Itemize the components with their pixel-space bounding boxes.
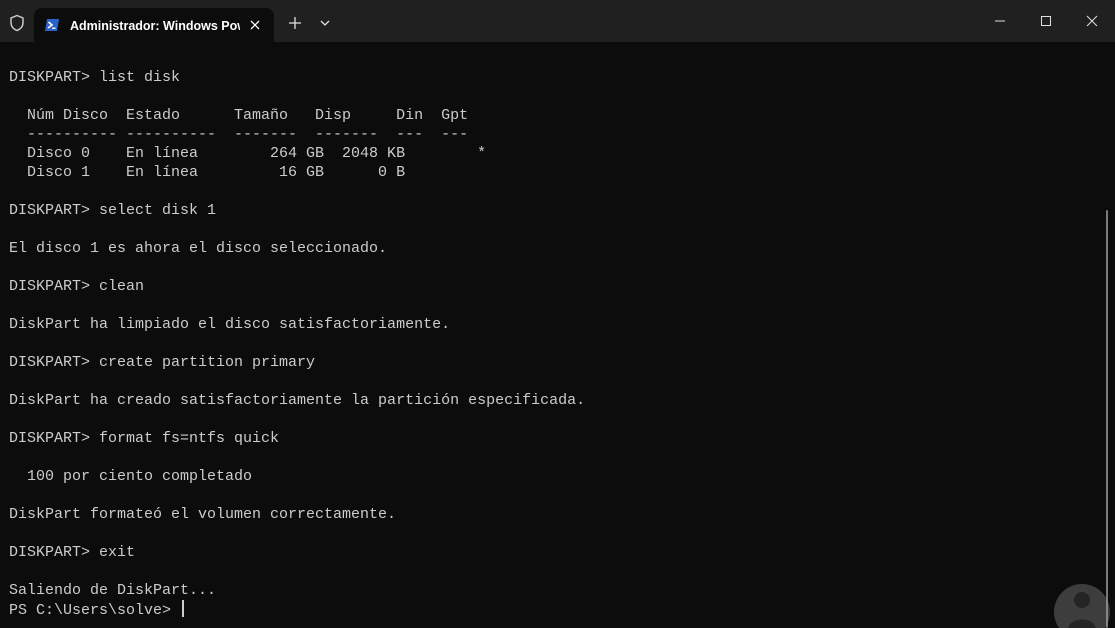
terminal-line: DISKPART> list disk <box>9 68 585 87</box>
terminal-line-text: DiskPart ha creado satisfactoriamente la… <box>9 392 586 409</box>
maximize-icon <box>1041 16 1051 26</box>
terminal-line-text: ---------- ---------- ------- ------- --… <box>9 126 469 143</box>
terminal-window: Administrador: Windows Pow DISKPART> lis… <box>0 0 1115 628</box>
terminal-line: DiskPart formateó el volumen correctamen… <box>9 505 585 524</box>
terminal-line: DISKPART> select disk 1 <box>9 201 585 220</box>
tab-close-icon[interactable] <box>247 17 263 33</box>
terminal-line: DiskPart ha limpiado el disco satisfacto… <box>9 315 585 334</box>
terminal-line-text: Disco 0 En línea 264 GB 2048 KB * <box>9 145 487 162</box>
terminal-line-text: DISKPART> exit <box>9 544 136 561</box>
terminal-output[interactable]: DISKPART> list disk Núm Disco Estado Tam… <box>0 42 1115 628</box>
powershell-icon <box>44 17 60 33</box>
text-cursor <box>182 600 185 617</box>
terminal-line: DISKPART> format fs=ntfs quick <box>9 429 585 448</box>
terminal-line: DiskPart ha creado satisfactoriamente la… <box>9 391 585 410</box>
terminal-line: El disco 1 es ahora el disco seleccionad… <box>9 239 585 258</box>
shield-icon <box>8 14 26 32</box>
terminal-line: Núm Disco Estado Tamaño Disp Din Gpt <box>9 106 585 125</box>
terminal-line-text: DISKPART> select disk 1 <box>9 202 217 219</box>
terminal-line: Disco 1 En línea 16 GB 0 B <box>9 163 585 182</box>
terminal-line: DISKPART> exit <box>9 543 585 562</box>
terminal-line: DISKPART> create partition primary <box>9 353 585 372</box>
terminal-line: ---------- ---------- ------- ------- --… <box>9 125 585 144</box>
terminal-line-text: DISKPART> clean <box>9 278 145 295</box>
terminal-line-text: Disco 1 En línea 16 GB 0 B <box>9 164 406 181</box>
terminal-line-text: Saliendo de DiskPart... <box>9 582 217 599</box>
chevron-down-icon[interactable] <box>316 14 334 32</box>
terminal-line-text: DISKPART> list disk <box>9 69 181 86</box>
terminal-line: Disco 0 En línea 264 GB 2048 KB * <box>9 144 585 163</box>
terminal-line-text: PS C:\Users\solve> <box>9 602 181 619</box>
close-button[interactable] <box>1069 0 1115 42</box>
title-bar: Administrador: Windows Pow <box>0 0 1115 42</box>
terminal-line-text: DiskPart formateó el volumen correctamen… <box>9 506 397 523</box>
maximize-button[interactable] <box>1023 0 1069 42</box>
terminal-lines: DISKPART> list disk Núm Disco Estado Tam… <box>9 68 585 619</box>
terminal-line-text: Núm Disco Estado Tamaño Disp Din Gpt <box>9 107 469 124</box>
minimize-button[interactable] <box>977 0 1023 42</box>
terminal-line-text: DISKPART> format fs=ntfs quick <box>9 430 280 447</box>
tab-title: Administrador: Windows Pow <box>70 19 240 33</box>
terminal-line: DISKPART> clean <box>9 277 585 296</box>
person-logo-icon <box>1052 570 1112 628</box>
terminal-line: 100 por ciento completado <box>9 467 585 486</box>
tab-powershell[interactable]: Administrador: Windows Pow <box>34 8 274 42</box>
terminal-line-text: El disco 1 es ahora el disco seleccionad… <box>9 240 388 257</box>
terminal-line: PS C:\Users\solve> <box>9 600 585 619</box>
terminal-line-text: 100 por ciento completado <box>9 468 253 485</box>
minimize-icon <box>995 20 1005 22</box>
scrollbar[interactable] <box>1106 210 1108 628</box>
close-icon <box>1086 15 1098 27</box>
terminal-line: Saliendo de DiskPart... <box>9 581 585 600</box>
new-tab-plus-icon[interactable] <box>286 14 304 32</box>
terminal-line-text: DISKPART> create partition primary <box>9 354 316 371</box>
terminal-line-text: DiskPart ha limpiado el disco satisfacto… <box>9 316 451 333</box>
